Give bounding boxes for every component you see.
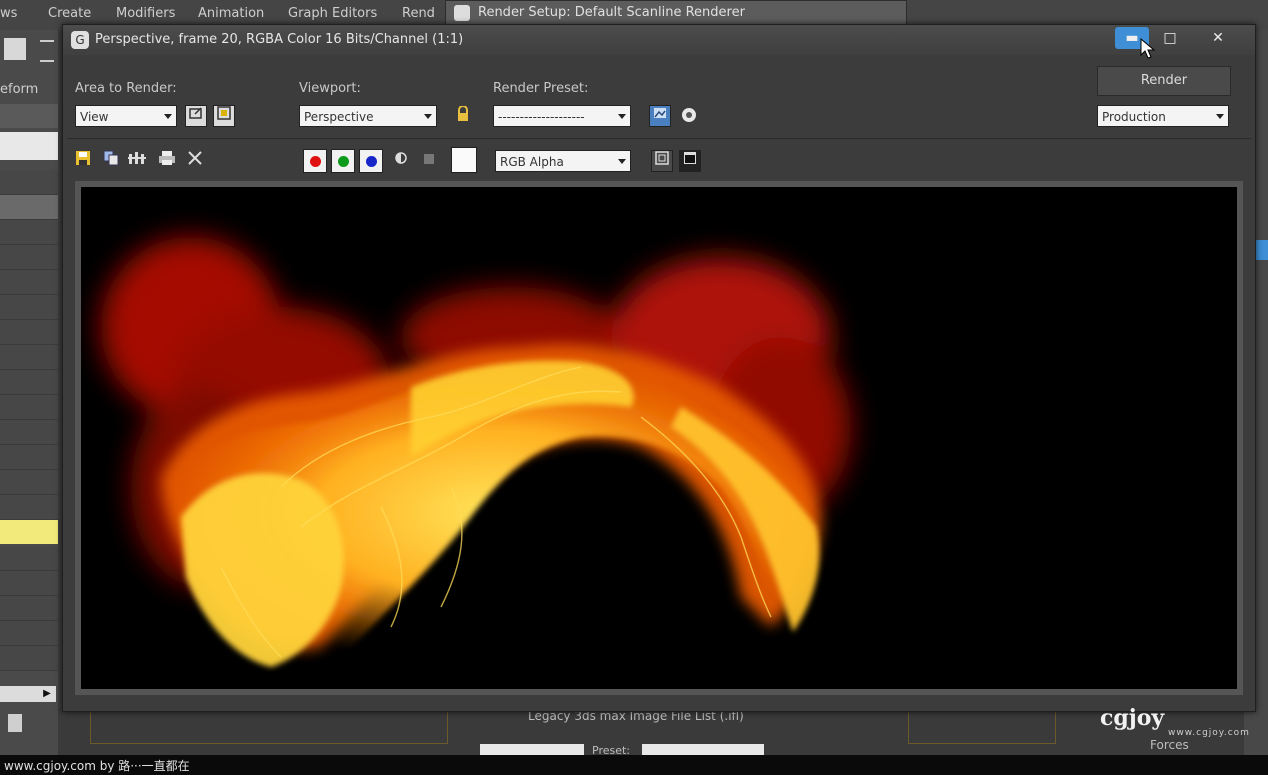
save-icon[interactable] (73, 150, 93, 170)
window-title: Perspective, frame 20, RGBA Color 16 Bit… (95, 32, 464, 47)
auto-region-icon[interactable] (213, 105, 235, 127)
menu-item-create[interactable]: Create (48, 6, 91, 21)
panel-row (0, 596, 58, 621)
clone-icon[interactable] (127, 150, 147, 170)
render-frame-border (75, 181, 1243, 695)
modifier-label: eform (0, 82, 39, 97)
scroll-right-icon[interactable]: ▶ (38, 686, 56, 702)
panel-row (0, 220, 58, 245)
timeline-frame (90, 708, 448, 744)
red-channel-toggle[interactable] (303, 149, 327, 173)
close-button[interactable]: ✕ (1201, 27, 1235, 49)
panel-row (0, 295, 58, 320)
production-dropdown[interactable]: Production (1097, 105, 1229, 127)
render-setup-icon[interactable] (649, 105, 671, 127)
menu-item-animation[interactable]: Animation (198, 6, 264, 21)
copy-icon[interactable] (101, 150, 121, 170)
selected-row[interactable] (0, 520, 58, 544)
rendered-frame-window[interactable]: G Perspective, frame 20, RGBA Color 16 B… (62, 24, 1256, 712)
blue-channel-toggle[interactable] (359, 149, 383, 173)
panel-row (0, 571, 58, 596)
render-setup-title: Render Setup: Default Scanline Renderer (478, 5, 745, 20)
display-channel-value: RGB Alpha (500, 155, 564, 169)
panel-row (0, 320, 58, 345)
render-button[interactable]: Render (1097, 66, 1231, 96)
list-icon[interactable] (40, 40, 54, 62)
panel-row (0, 104, 58, 128)
panel-row (0, 195, 58, 220)
rendered-image[interactable] (81, 187, 1237, 689)
cgjoy-logo: cgjoy (1100, 705, 1165, 731)
caption-text: www.cgjoy.com by 路···一直都在 (4, 759, 190, 773)
command-panel-left: eform ▶ (0, 30, 58, 755)
bottom-preset-field[interactable] (642, 744, 764, 755)
panel-row (0, 621, 58, 646)
panel-field[interactable] (0, 132, 58, 160)
production-value: Production (1102, 110, 1166, 124)
viewport-dropdown[interactable]: Perspective (299, 105, 437, 127)
background-color-swatch[interactable] (451, 147, 477, 173)
render-preset-dropdown[interactable]: -------------------- (493, 105, 631, 127)
panel-row (0, 495, 58, 520)
chevron-down-icon (618, 114, 626, 119)
green-channel-icon (338, 156, 349, 167)
title-bar[interactable]: G Perspective, frame 20, RGBA Color 16 B… (63, 25, 1255, 55)
menu-item-modifiers[interactable]: Modifiers (116, 6, 175, 21)
chevron-down-icon (424, 114, 432, 119)
panel-row (0, 270, 58, 295)
menu-item-rendering[interactable]: Rend (402, 6, 435, 21)
panel-row (0, 345, 58, 370)
area-to-render-dropdown[interactable]: View (75, 105, 177, 127)
viewport-value: Perspective (304, 110, 374, 124)
menu-item-views[interactable]: ws (0, 6, 17, 21)
toolbar-divider (67, 138, 1251, 139)
panel-row (0, 170, 58, 195)
render-preset-label: Render Preset: (493, 81, 589, 96)
monochrome-icon[interactable] (419, 151, 439, 171)
panel-row (0, 646, 58, 671)
bottom-panel: Legacy 3ds max Image File List (.ifl) Pr… (58, 708, 1244, 757)
watermark-url: www.cgjoy.com (1168, 728, 1250, 738)
panel-row (0, 445, 58, 470)
app-icon: G (71, 31, 89, 49)
clear-icon[interactable] (185, 150, 205, 170)
select-tool-icon[interactable] (4, 38, 26, 60)
panel-row (0, 395, 58, 420)
app-icon (454, 5, 470, 21)
fire-render-image (101, 237, 851, 668)
timeline-frame-right (908, 708, 1056, 744)
chevron-down-icon (164, 114, 172, 119)
panel-row (0, 245, 58, 270)
panel-row (0, 470, 58, 495)
menu-item-graph-editors[interactable]: Graph Editors (288, 6, 377, 21)
chevron-down-icon (1216, 114, 1224, 119)
chevron-down-icon (618, 159, 626, 164)
red-channel-icon (310, 156, 321, 167)
maximize-button[interactable]: □ (1153, 27, 1187, 49)
render-preset-value: -------------------- (498, 110, 585, 124)
area-to-render-label: Area to Render: (75, 81, 177, 96)
green-channel-toggle[interactable] (331, 149, 355, 173)
area-to-render-value: View (80, 110, 109, 124)
alpha-channel-icon[interactable] (391, 151, 411, 171)
document-icon[interactable] (8, 714, 22, 732)
mouse-cursor (1140, 37, 1156, 64)
blue-channel-icon (366, 156, 377, 167)
panel-row (0, 546, 58, 571)
print-icon[interactable] (157, 150, 177, 170)
display-channel-dropdown[interactable]: RGB Alpha (495, 150, 631, 172)
lock-icon[interactable] (453, 105, 473, 126)
toggle-ui-overlay-icon[interactable] (651, 150, 673, 172)
bottom-field[interactable] (480, 744, 584, 755)
edit-region-icon[interactable] (185, 105, 207, 127)
viewport-label: Viewport: (299, 81, 361, 96)
toggle-ui-icon[interactable] (679, 150, 701, 172)
panel-row (0, 370, 58, 395)
forces-label: Forces (1150, 738, 1189, 752)
caption-strip: www.cgjoy.com by 路···一直都在 (0, 755, 1268, 775)
environment-effects-icon[interactable] (679, 106, 699, 126)
panel-row (0, 420, 58, 445)
